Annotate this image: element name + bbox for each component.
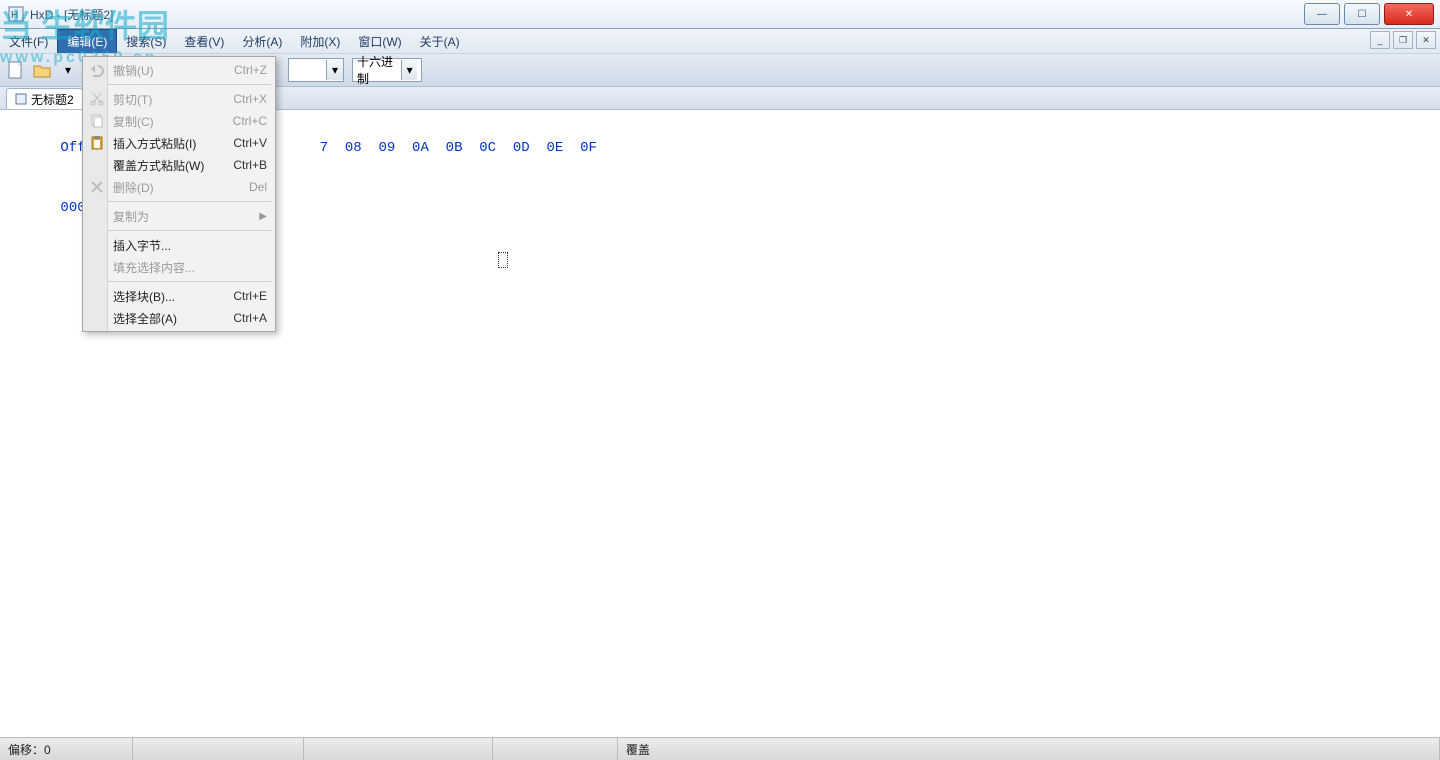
- menu-insert-bytes[interactable]: 插入字节...: [85, 234, 273, 256]
- menu-view[interactable]: 查看(V): [175, 29, 233, 53]
- menu-select-block[interactable]: 选择块(B)... Ctrl+E: [85, 285, 273, 307]
- delete-icon: [89, 179, 105, 195]
- menu-fill-selection-label: 填充选择内容...: [113, 259, 195, 276]
- text-caret: [498, 252, 508, 268]
- menu-copy-label: 复制(C): [113, 113, 154, 130]
- document-tab-label: 无标题2: [31, 91, 74, 108]
- menu-separator: [87, 201, 271, 202]
- mdi-minimize-button[interactable]: _: [1370, 31, 1390, 49]
- status-offset: 偏移：0: [0, 738, 133, 760]
- menu-select-all[interactable]: 选择全部(A) Ctrl+A: [85, 307, 273, 329]
- radix-combo[interactable]: 十六进制 ▾: [352, 58, 422, 82]
- minimize-button[interactable]: —: [1304, 3, 1340, 25]
- dropdown-arrow-icon[interactable]: ▾: [56, 58, 80, 82]
- mdi-controls: _ ❐ ✕: [1370, 31, 1436, 49]
- statusbar: 偏移：0 覆盖: [0, 737, 1440, 760]
- menu-select-all-shortcut: Ctrl+A: [233, 311, 267, 325]
- menu-select-block-label: 选择块(B)...: [113, 288, 175, 305]
- menu-separator: [87, 230, 271, 231]
- menu-undo[interactable]: 撤销(U) Ctrl+Z: [85, 59, 273, 81]
- copy-icon: [89, 113, 105, 129]
- menu-select-all-label: 选择全部(A): [113, 310, 177, 327]
- hex-column-labels: 7 08 09 0A 0B 0C 0D 0E 0F: [320, 140, 597, 156]
- menu-extras[interactable]: 附加(X): [291, 29, 349, 53]
- menu-paste-insert[interactable]: 插入方式粘贴(I) Ctrl+V: [85, 132, 273, 154]
- menubar: 文件(F) 编辑(E) 搜索(S) 查看(V) 分析(A) 附加(X) 窗口(W…: [0, 29, 1440, 54]
- menu-paste-overwrite-label: 覆盖方式粘贴(W): [113, 157, 204, 174]
- bytes-per-row-combo[interactable]: ▾: [288, 58, 344, 82]
- undo-icon: [89, 62, 105, 78]
- menu-copy[interactable]: 复制(C) Ctrl+C: [85, 110, 273, 132]
- mdi-restore-button[interactable]: ❐: [1393, 31, 1413, 49]
- menu-insert-bytes-label: 插入字节...: [113, 237, 171, 254]
- menu-delete-label: 删除(D): [113, 179, 154, 196]
- open-file-icon[interactable]: [30, 58, 54, 82]
- menu-cut-shortcut: Ctrl+X: [233, 92, 267, 106]
- status-cell-4: [493, 738, 618, 760]
- chevron-down-icon: ▾: [401, 60, 417, 80]
- menu-delete-shortcut: Del: [249, 180, 267, 194]
- app-icon: H: [8, 6, 24, 22]
- paste-icon: [89, 135, 105, 151]
- menu-paste-insert-label: 插入方式粘贴(I): [113, 135, 196, 152]
- menu-undo-shortcut: Ctrl+Z: [234, 63, 267, 77]
- window-title: HxD - [无标题2]: [30, 6, 113, 23]
- status-cell-2: [133, 738, 304, 760]
- menu-undo-label: 撤销(U): [113, 62, 154, 79]
- maximize-button[interactable]: ☐: [1344, 3, 1380, 25]
- menu-cut-label: 剪切(T): [113, 91, 152, 108]
- menu-copy-shortcut: Ctrl+C: [233, 114, 267, 128]
- new-file-icon[interactable]: [4, 58, 28, 82]
- mdi-close-button[interactable]: ✕: [1416, 31, 1436, 49]
- close-button[interactable]: ✕: [1384, 3, 1434, 25]
- chevron-down-icon: ▾: [326, 60, 343, 80]
- submenu-arrow-icon: ▶: [259, 211, 267, 222]
- menu-separator: [87, 84, 271, 85]
- menu-analysis[interactable]: 分析(A): [233, 29, 291, 53]
- status-cell-3: [304, 738, 493, 760]
- menu-window[interactable]: 窗口(W): [349, 29, 410, 53]
- cut-icon: [89, 91, 105, 107]
- menu-about[interactable]: 关于(A): [411, 29, 469, 53]
- menu-paste-insert-shortcut: Ctrl+V: [233, 136, 267, 150]
- menu-cut[interactable]: 剪切(T) Ctrl+X: [85, 88, 273, 110]
- window-controls: — ☐ ✕: [1300, 3, 1434, 25]
- status-mode: 覆盖: [618, 738, 1440, 760]
- menu-paste-overwrite-shortcut: Ctrl+B: [233, 158, 267, 172]
- menu-separator: [87, 281, 271, 282]
- window-titlebar: H HxD - [无标题2] — ☐ ✕: [0, 0, 1440, 29]
- menu-copy-as-label: 复制为: [113, 208, 149, 225]
- svg-text:H: H: [11, 10, 18, 21]
- menu-delete[interactable]: 删除(D) Del: [85, 176, 273, 198]
- menu-select-block-shortcut: Ctrl+E: [233, 289, 267, 303]
- document-tab[interactable]: 无标题2: [6, 88, 83, 109]
- menu-copy-as[interactable]: 复制为 ▶: [85, 205, 273, 227]
- radix-label: 十六进制: [357, 53, 401, 87]
- menu-edit[interactable]: 编辑(E): [57, 29, 117, 53]
- menu-search[interactable]: 搜索(S): [117, 29, 175, 53]
- menu-file[interactable]: 文件(F): [0, 29, 57, 53]
- document-icon: [15, 93, 27, 105]
- menu-paste-overwrite[interactable]: 覆盖方式粘贴(W) Ctrl+B: [85, 154, 273, 176]
- menu-fill-selection[interactable]: 填充选择内容...: [85, 256, 273, 278]
- edit-dropdown-menu: 撤销(U) Ctrl+Z 剪切(T) Ctrl+X 复制(C) Ctrl+C 插…: [82, 56, 276, 332]
